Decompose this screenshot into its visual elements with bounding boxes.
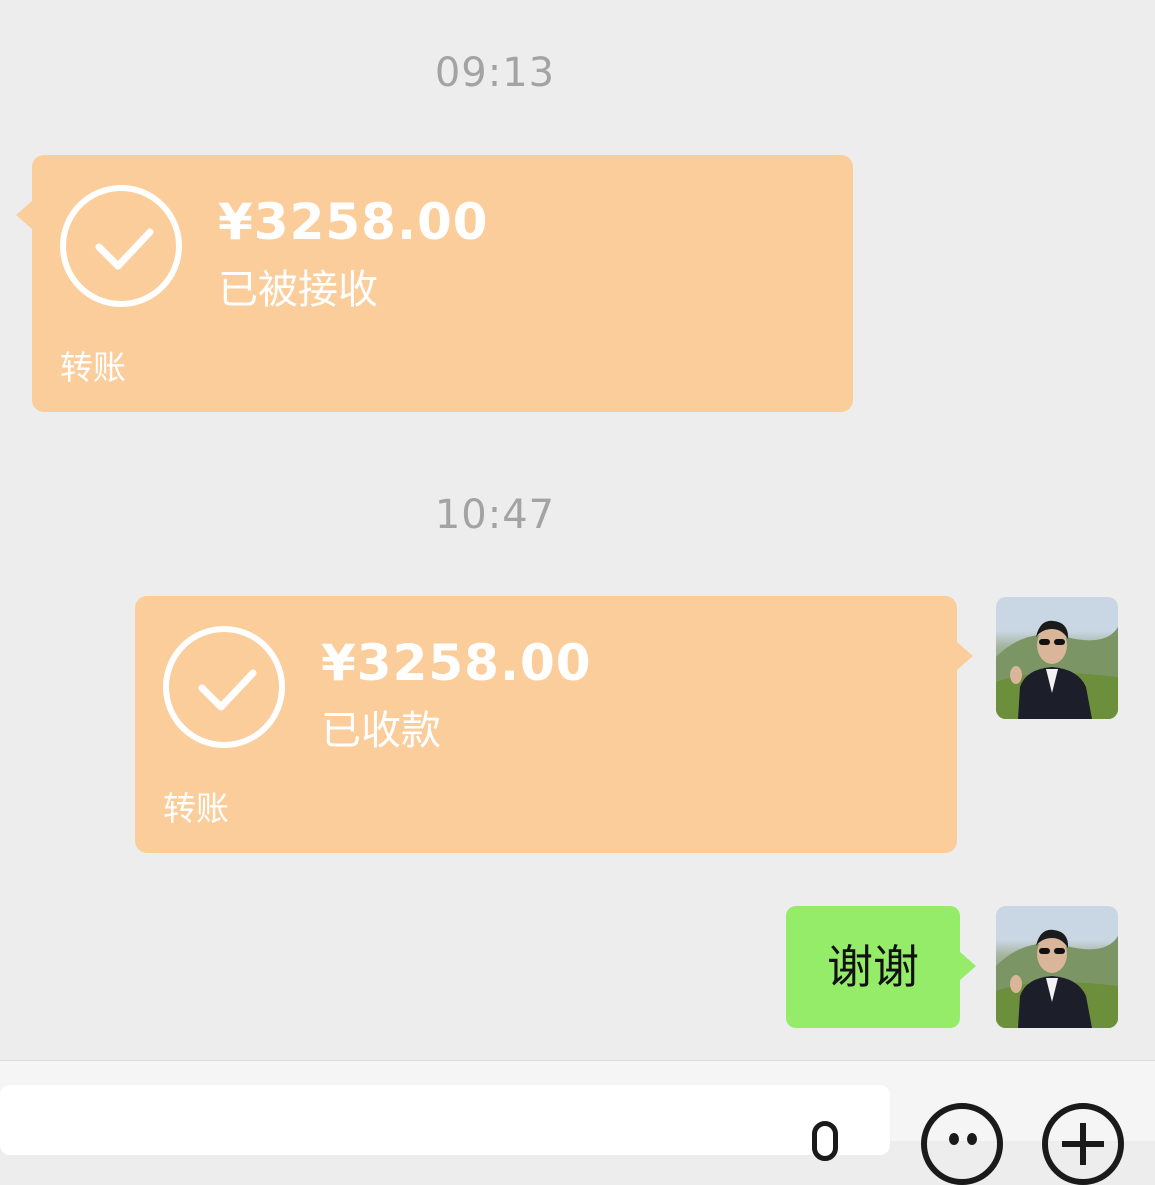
bubble-tail (957, 642, 973, 670)
message-text: 谢谢 (827, 940, 919, 994)
bubble-tail (960, 952, 976, 980)
emoji-eye (949, 1133, 959, 1145)
emoji-eye (967, 1133, 977, 1145)
transfer-status: 已被接收 (218, 267, 378, 313)
emoji-icon[interactable] (921, 1103, 1003, 1185)
avatar[interactable] (996, 597, 1118, 719)
bubble-tail (16, 201, 32, 229)
transfer-amount: ¥3258.00 (218, 193, 489, 251)
timestamp: 10:47 (434, 492, 556, 538)
avatar[interactable] (996, 906, 1118, 1028)
microphone-icon[interactable] (812, 1121, 838, 1161)
timestamp: 09:13 (434, 50, 556, 96)
message-input[interactable] (0, 1085, 890, 1161)
transfer-status: 已收款 (321, 708, 441, 754)
transfer-card[interactable]: ¥3258.00 已收款 转账 (135, 596, 973, 853)
check-circle-icon (60, 185, 182, 307)
message-bubble[interactable]: 谢谢 (786, 906, 976, 1028)
transfer-card[interactable]: ¥3258.00 已被接收 转账 (16, 155, 853, 412)
input-bar (0, 1060, 1155, 1185)
plus-horizontal-stroke (1062, 1141, 1104, 1147)
transfer-label: 转账 (60, 348, 126, 387)
plus-icon[interactable] (1042, 1103, 1124, 1185)
transfer-label: 转账 (163, 789, 229, 828)
check-circle-icon (163, 626, 285, 748)
transfer-amount: ¥3258.00 (321, 634, 592, 692)
